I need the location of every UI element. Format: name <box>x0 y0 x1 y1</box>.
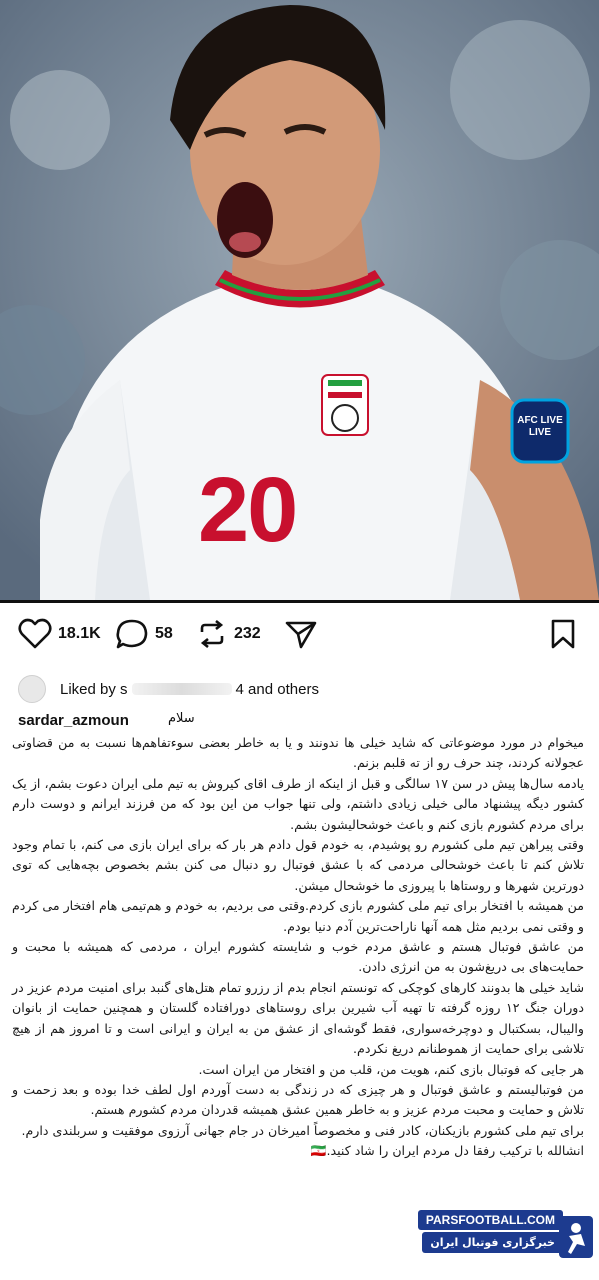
jersey-number: 20 <box>198 459 298 561</box>
avatar <box>18 675 46 703</box>
liked-by-prefix: Liked by s <box>60 680 128 698</box>
post-photo[interactable]: 20 AFC LIVE LIVE <box>0 0 599 600</box>
comment-count: 58 <box>155 625 173 642</box>
save-button[interactable] <box>548 618 578 650</box>
player-photo-illustration <box>0 0 599 600</box>
watermark-name: خبرگزاری فوتبال ایران <box>422 1232 563 1253</box>
repost-button[interactable]: 232 <box>196 618 261 650</box>
caption-paragraph: انشالله با ترکیب رفقا دل مردم ایران را ش… <box>310 1143 584 1159</box>
like-button[interactable]: 18.1K <box>18 618 101 650</box>
watermark-site: PARSFOOTBALL.COM <box>417 1210 563 1230</box>
repost-count: 232 <box>234 625 261 642</box>
post-actions: 18.1K 58 232 <box>0 612 599 660</box>
liked-by[interactable]: Liked by s 4 and others <box>18 674 319 704</box>
caption-greeting: سلام <box>168 711 195 726</box>
send-icon <box>285 621 317 649</box>
photo-divider <box>0 600 599 603</box>
caption-paragraph: من همیشه با افتخار برای تیم ملی کشورم با… <box>11 898 584 934</box>
comment-icon <box>116 619 148 649</box>
repost-icon <box>200 619 224 649</box>
afc-live-badge: AFC LIVE LIVE <box>517 415 563 438</box>
caption-paragraph: هر جایی که فوتبال بازی کنم، هویت من، قلب… <box>198 1061 584 1077</box>
like-count: 18.1K <box>58 625 101 642</box>
blurred-username <box>131 683 232 695</box>
bookmark-icon <box>551 619 575 649</box>
watermark: PARSFOOTBALL.COM خبرگزاری فوتبال ایران <box>397 1210 593 1266</box>
caption-header: sardar_azmoun سلام <box>18 710 578 732</box>
share-button[interactable] <box>284 618 318 650</box>
caption-text: میخوام در مورد موضوعاتی که شاید خیلی ها … <box>12 733 584 1162</box>
heart-icon <box>18 618 52 649</box>
caption-paragraph: من فوتبالیستم و عاشق فوتبال و هر چیزی که… <box>12 1081 584 1118</box>
caption-paragraph: برای تیم ملی کشورم بازیکنان، کادر فنی و … <box>21 1122 585 1138</box>
liked-by-suffix: 4 and others <box>235 680 319 698</box>
caption-paragraph: یادمه سال‌ها پیش در سن ۱۷ سالگی و قبل از… <box>12 775 584 832</box>
caption-paragraph: وقتی پیراهن تیم ملی کشورم رو پوشیدم، به … <box>12 837 584 893</box>
comment-button[interactable]: 58 <box>115 618 173 650</box>
username[interactable]: sardar_azmoun <box>18 712 129 729</box>
caption-paragraph: شاید خیلی ها بدونند کارهای کوچکی که تونس… <box>12 979 584 1057</box>
caption-paragraph: میخوام در مورد موضوعاتی که شاید خیلی ها … <box>12 735 584 771</box>
caption-paragraph: من عاشق فوتبال هستم و عاشق مردم خوب و شا… <box>12 939 584 975</box>
parsfootball-logo-icon <box>559 1216 593 1258</box>
